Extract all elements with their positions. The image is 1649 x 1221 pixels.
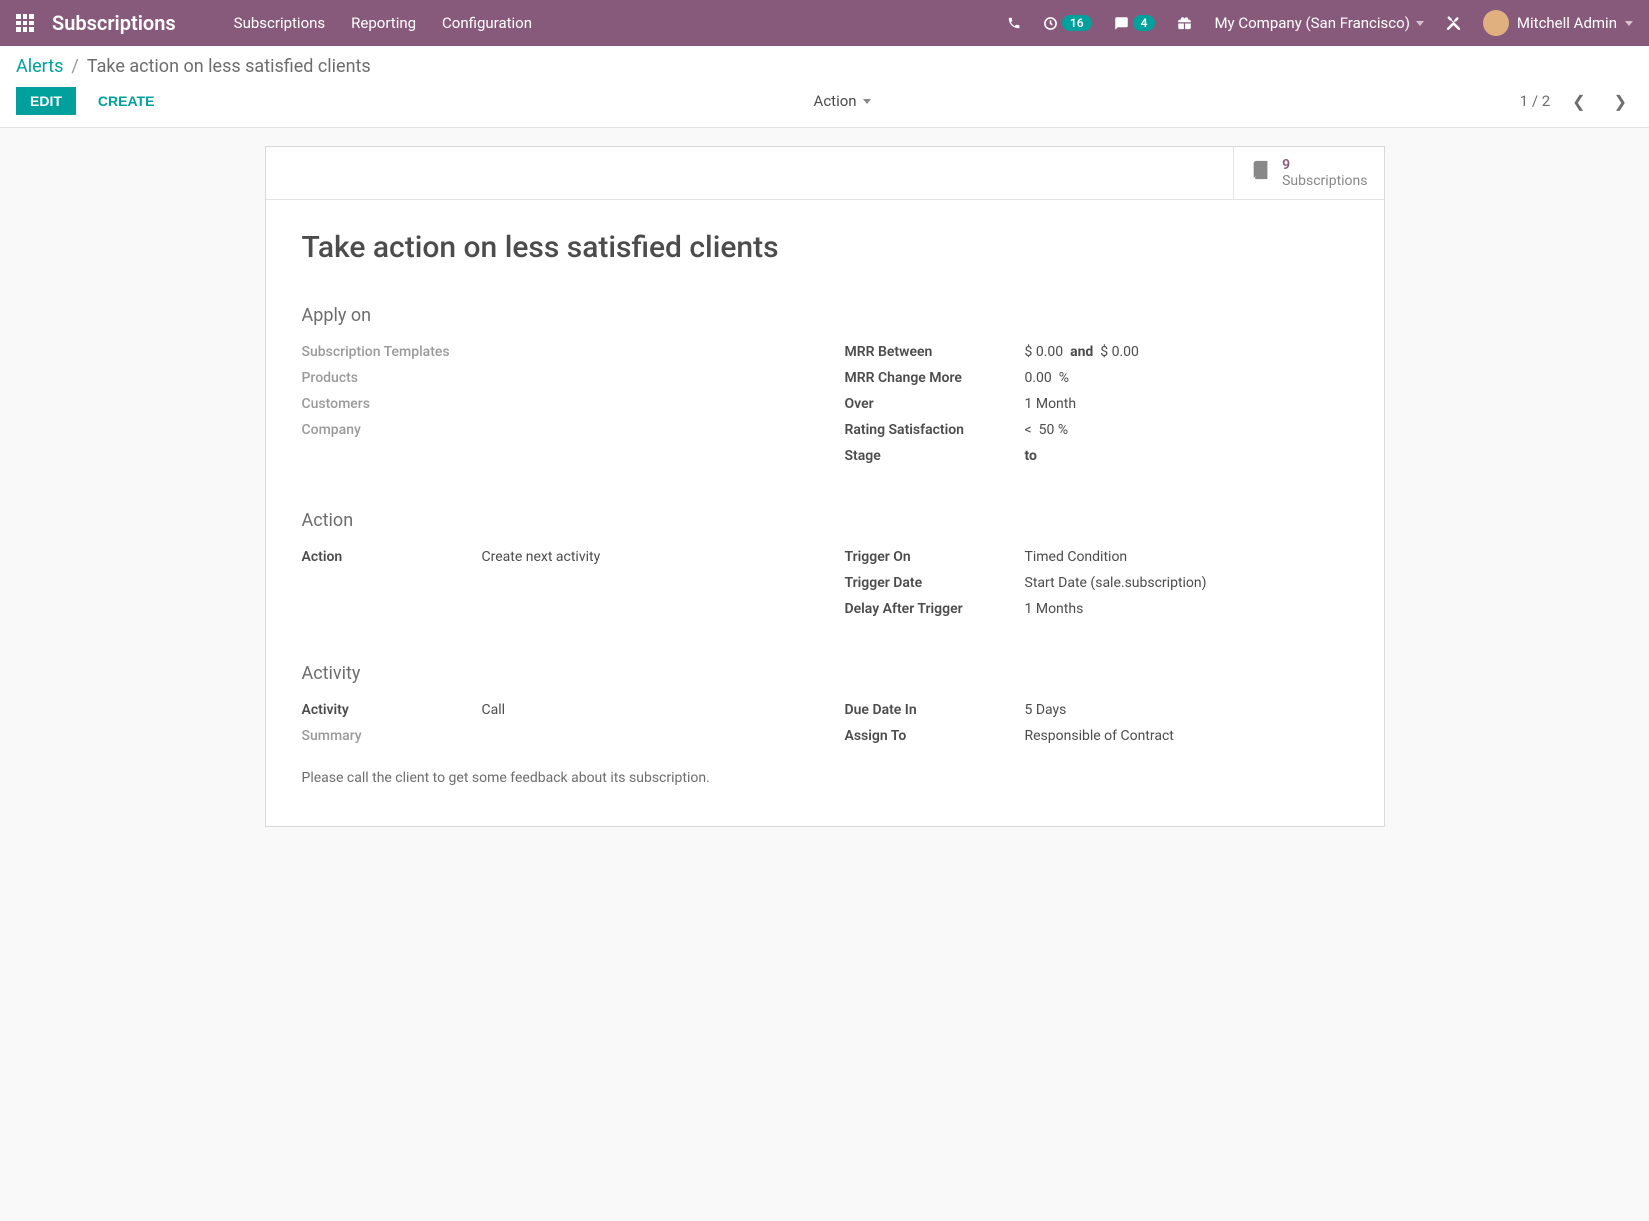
chevron-down-icon (1625, 21, 1633, 26)
create-button[interactable]: CREATE (88, 87, 165, 115)
value-mrr-low: $ 0.00 (1025, 344, 1064, 360)
activity-badge: 16 (1062, 15, 1092, 31)
chevron-down-icon (1416, 21, 1424, 26)
stat-count: 9 (1282, 157, 1367, 173)
nav-links: Subscriptions Reporting Configuration (234, 14, 532, 32)
phone-icon[interactable] (1007, 16, 1021, 30)
label-trigger-date: Trigger Date (845, 575, 1005, 591)
stat-label: Subscriptions (1282, 173, 1367, 189)
value-trigger-on: Timed Condition (1025, 549, 1128, 565)
record-title: Take action on less satisfied clients (302, 230, 1348, 265)
section-activity: Activity Activity Call Summary (302, 663, 1348, 786)
label-delay: Delay After Trigger (845, 601, 1005, 617)
gift-icon[interactable] (1177, 16, 1192, 31)
label-subscription-templates: Subscription Templates (302, 344, 462, 360)
value-assign-to: Responsible of Contract (1025, 728, 1174, 744)
value-trigger-date: Start Date (sale.subscription) (1025, 575, 1207, 591)
pager-prev[interactable]: ❮ (1566, 90, 1591, 113)
edit-button[interactable]: EDIT (16, 87, 76, 115)
label-over: Over (845, 396, 1005, 412)
tools-icon[interactable] (1446, 16, 1461, 31)
messages-icon[interactable]: 4 (1114, 15, 1156, 31)
stat-bar: 9 Subscriptions (266, 147, 1384, 200)
section-heading: Action (302, 510, 1348, 531)
stat-subscriptions[interactable]: 9 Subscriptions (1233, 147, 1383, 199)
breadcrumb-parent[interactable]: Alerts (16, 56, 63, 77)
app-title: Subscriptions (52, 11, 176, 35)
messages-badge: 4 (1133, 15, 1156, 31)
label-summary: Summary (302, 728, 462, 744)
user-menu[interactable]: Mitchell Admin (1483, 10, 1633, 36)
form-card: 9 Subscriptions Take action on less sati… (265, 146, 1385, 827)
avatar (1483, 10, 1509, 36)
label-activity: Activity (302, 702, 462, 718)
book-icon (1250, 159, 1272, 187)
action-menu[interactable]: Action (814, 92, 871, 110)
label-mrr-change: MRR Change More (845, 370, 1005, 386)
company-switcher[interactable]: My Company (San Francisco) (1214, 14, 1423, 32)
nav-link-subscriptions[interactable]: Subscriptions (234, 14, 325, 32)
value-delay: 1 Months (1025, 601, 1084, 617)
label-company: Company (302, 422, 462, 438)
label-customers: Customers (302, 396, 462, 412)
section-heading: Apply on (302, 305, 1348, 326)
pager-text: 1 / 2 (1520, 92, 1551, 110)
breadcrumb-current: Take action on less satisfied clients (87, 56, 371, 77)
company-name: My Company (San Francisco) (1214, 14, 1409, 32)
section-heading: Activity (302, 663, 1348, 684)
label-due-date: Due Date In (845, 702, 1005, 718)
value-due-date: 5 Days (1025, 702, 1067, 718)
user-name: Mitchell Admin (1517, 14, 1617, 32)
control-panel: Alerts / Take action on less satisfied c… (0, 46, 1649, 128)
value-mrr-change: 0.00 (1025, 370, 1052, 386)
nav-link-configuration[interactable]: Configuration (442, 14, 532, 32)
activity-icon[interactable]: 16 (1043, 15, 1092, 31)
value-action: Create next activity (482, 549, 601, 565)
breadcrumb: Alerts / Take action on less satisfied c… (16, 56, 1633, 77)
value-mrr-high: $ 0.00 (1100, 344, 1139, 360)
pager-next[interactable]: ❯ (1608, 90, 1633, 113)
label-trigger-on: Trigger On (845, 549, 1005, 565)
section-apply-on: Apply on Subscription Templates Products… (302, 305, 1348, 474)
value-over: 1 Month (1025, 396, 1077, 412)
nav-link-reporting[interactable]: Reporting (351, 14, 416, 32)
activity-note: Please call the client to get some feedb… (302, 770, 1348, 786)
section-action: Action Action Create next activity Trigg… (302, 510, 1348, 627)
chevron-down-icon (863, 99, 871, 104)
nav-right: 16 4 My Company (San Francisco) Mitchell… (1007, 10, 1633, 36)
label-products: Products (302, 370, 462, 386)
label-rating: Rating Satisfaction (845, 422, 1005, 438)
label-action: Action (302, 549, 462, 565)
label-stage: Stage (845, 448, 1005, 464)
top-nav: Subscriptions Subscriptions Reporting Co… (0, 0, 1649, 46)
apps-icon[interactable] (16, 14, 34, 32)
value-activity: Call (482, 702, 506, 718)
label-assign-to: Assign To (845, 728, 1005, 744)
value-rating: 50 (1039, 422, 1055, 438)
main: 9 Subscriptions Take action on less sati… (0, 128, 1649, 851)
label-mrr-between: MRR Between (845, 344, 1005, 360)
